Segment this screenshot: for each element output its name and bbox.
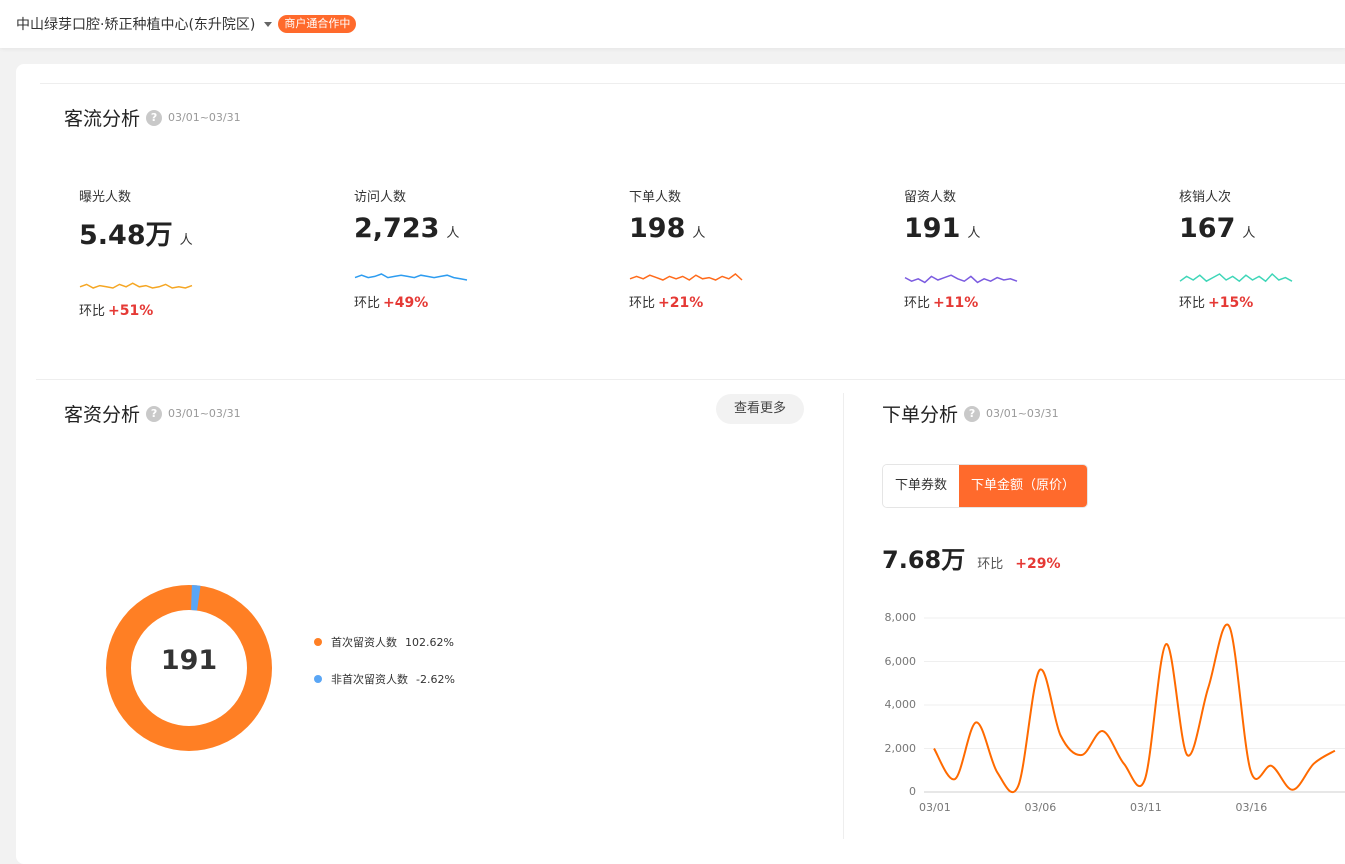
series-line [934,624,1335,792]
orders-line-chart [0,0,1345,839]
